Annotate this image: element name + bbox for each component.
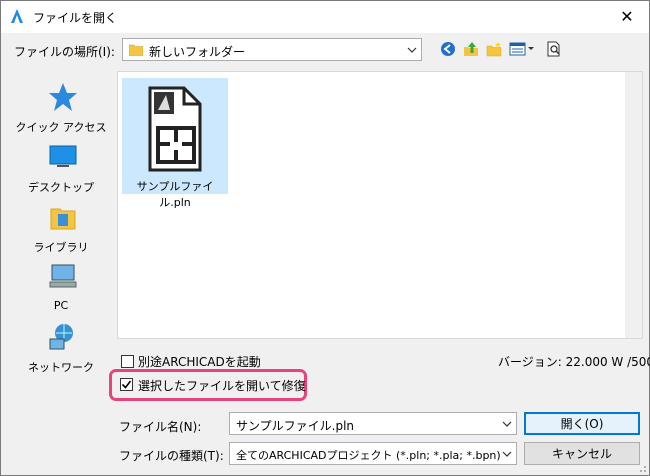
checkmark-icon (121, 380, 132, 389)
title-bar[interactable]: ファイルを開く ✕ (1, 1, 649, 33)
filename-combo[interactable]: サンプルファイル.pln (229, 412, 517, 435)
library-folder-icon (50, 208, 76, 230)
open-file-dialog: ファイルを開く ✕ ファイルの場所(I): 新しいフォルダー クイック アクセス (0, 0, 650, 476)
place-libraries[interactable]: ライブラリ (9, 201, 113, 261)
folder-icon (129, 44, 143, 56)
new-folder-icon[interactable] (484, 40, 504, 58)
filename-label: ファイル名(N): (119, 420, 202, 434)
filetype-combo[interactable]: 全てのARCHICADプロジェクト (*.pln; *.pla; *.bpn) (229, 442, 517, 465)
vertical-scrollbar[interactable] (625, 72, 642, 338)
close-icon: ✕ (620, 6, 634, 26)
chevron-down-icon[interactable] (498, 413, 516, 434)
file-list[interactable]: サンプルファイル.pln (117, 71, 643, 339)
chevron-down-icon[interactable] (498, 443, 516, 464)
star-icon (49, 83, 77, 111)
chevron-down-icon[interactable] (403, 39, 421, 60)
place-quick-access[interactable]: クイック アクセス (9, 81, 113, 141)
place-label: クイック アクセス (15, 121, 107, 134)
version-text: バージョン: 22.000 W /5003 (498, 355, 650, 369)
open-and-repair-checkbox[interactable] (120, 378, 133, 391)
filename-value: サンプルファイル.pln (236, 419, 355, 433)
launch-separate-checkbox[interactable] (121, 355, 134, 368)
place-pc[interactable]: PC (9, 261, 113, 321)
up-folder-icon[interactable] (461, 40, 481, 58)
filetype-label: ファイルの種類(T): (119, 449, 224, 463)
place-label: デスクトップ (28, 181, 94, 194)
pln-file-icon (148, 86, 202, 172)
file-name-label: サンプルファイル.pln (136, 180, 214, 209)
computer-icon (49, 264, 77, 288)
place-label: PC (53, 299, 69, 312)
desktop-icon (49, 145, 77, 167)
file-item[interactable]: サンプルファイル.pln (122, 78, 228, 209)
filetype-value: 全てのARCHICADプロジェクト (*.pln; *.pla; *.bpn) (236, 449, 501, 462)
launch-separate-label: 別途ARCHICADを起動 (138, 355, 261, 369)
archicad-app-icon (11, 9, 23, 23)
resize-grip-icon[interactable] (635, 461, 647, 473)
window-title: ファイルを開く (33, 11, 118, 25)
close-button[interactable]: ✕ (605, 1, 649, 31)
places-bar: クイック アクセス デスクトップ ライブラリ PC ネットワーク (9, 71, 113, 374)
view-menu-icon[interactable] (508, 40, 536, 58)
network-icon (49, 324, 73, 350)
place-desktop[interactable]: デスクトップ (9, 141, 113, 201)
cancel-button[interactable]: キャンセル (524, 442, 640, 465)
location-value: 新しいフォルダー (149, 45, 246, 59)
open-and-repair-label: 選択したファイルを開いて修復 (138, 379, 306, 393)
place-label: ネットワーク (28, 361, 94, 374)
location-label: ファイルの場所(I): (14, 45, 115, 59)
location-combo[interactable]: 新しいフォルダー (122, 38, 422, 61)
preview-icon[interactable] (544, 40, 564, 58)
back-icon[interactable] (438, 40, 458, 58)
open-button[interactable]: 開く(O) (524, 412, 640, 435)
place-label: ライブラリ (33, 241, 89, 254)
place-network[interactable]: ネットワーク (9, 321, 113, 381)
